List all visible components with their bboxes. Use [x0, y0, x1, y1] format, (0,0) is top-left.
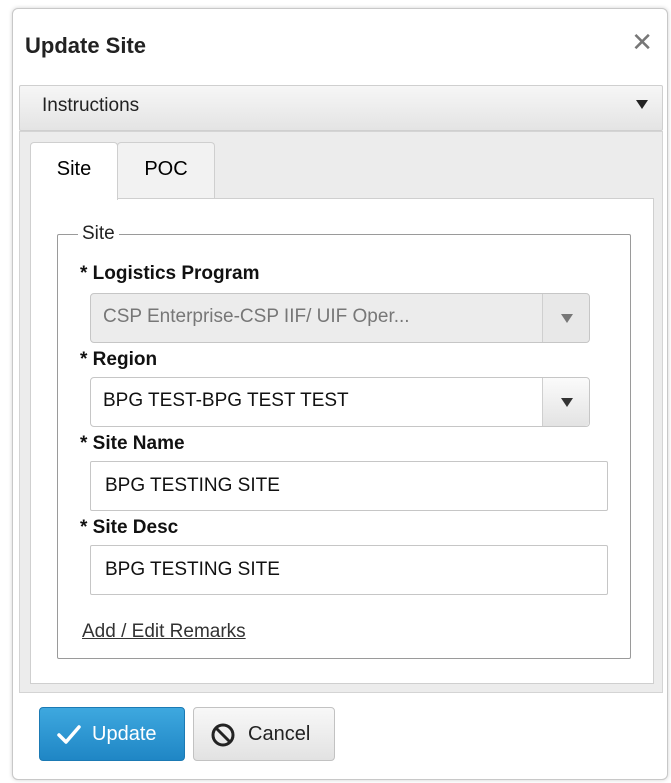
tab-panel: Site POC Site * Logistics Program CSP En…	[19, 131, 663, 693]
site-fieldset-legend: Site	[82, 223, 115, 244]
region-label: * Region	[80, 349, 158, 370]
cancel-button[interactable]: Cancel	[193, 707, 335, 761]
instructions-label: Instructions	[42, 95, 140, 116]
instructions-accordion[interactable]: Instructions	[19, 85, 663, 131]
tab-site[interactable]: Site	[30, 142, 118, 200]
region-select[interactable]: BPG TEST-BPG TEST TEST	[90, 377, 590, 427]
chevron-down-icon	[561, 398, 573, 407]
site-tab-content: Site * Logistics Program CSP Enterprise-…	[30, 198, 654, 684]
logistics-program-label: * Logistics Program	[80, 263, 260, 284]
add-edit-remarks-link[interactable]: Add / Edit Remarks	[82, 621, 246, 643]
site-fieldset: Site * Logistics Program CSP Enterprise-…	[57, 223, 631, 659]
update-button[interactable]: Update	[39, 707, 185, 761]
site-name-label: * Site Name	[80, 433, 185, 454]
region-value: BPG TEST-BPG TEST TEST	[103, 390, 349, 411]
tab-poc[interactable]: POC	[117, 142, 215, 198]
site-desc-input[interactable]: BPG TESTING SITE	[90, 545, 608, 595]
logistics-program-value: CSP Enterprise-CSP IIF/ UIF Oper...	[103, 306, 410, 327]
logistics-program-select: CSP Enterprise-CSP IIF/ UIF Oper...	[90, 293, 590, 343]
update-site-dialog: Update Site ✕ Instructions Site POC Site…	[12, 8, 668, 780]
region-dropdown-button[interactable]	[542, 378, 589, 426]
chevron-down-icon	[561, 314, 573, 323]
site-name-value: BPG TESTING SITE	[105, 475, 280, 496]
cancel-button-label: Cancel	[248, 723, 311, 745]
site-name-input[interactable]: BPG TESTING SITE	[90, 461, 608, 511]
site-desc-value: BPG TESTING SITE	[105, 559, 280, 580]
logistics-program-dropdown-button	[542, 294, 589, 342]
close-icon[interactable]: ✕	[631, 29, 653, 55]
site-desc-label: * Site Desc	[80, 517, 179, 538]
dialog-titlebar: Update Site ✕	[13, 9, 667, 85]
caret-down-icon	[636, 100, 648, 109]
checkmark-icon	[57, 725, 81, 744]
cancel-icon	[211, 723, 235, 747]
dialog-title: Update Site	[25, 33, 147, 58]
update-button-label: Update	[92, 723, 157, 745]
